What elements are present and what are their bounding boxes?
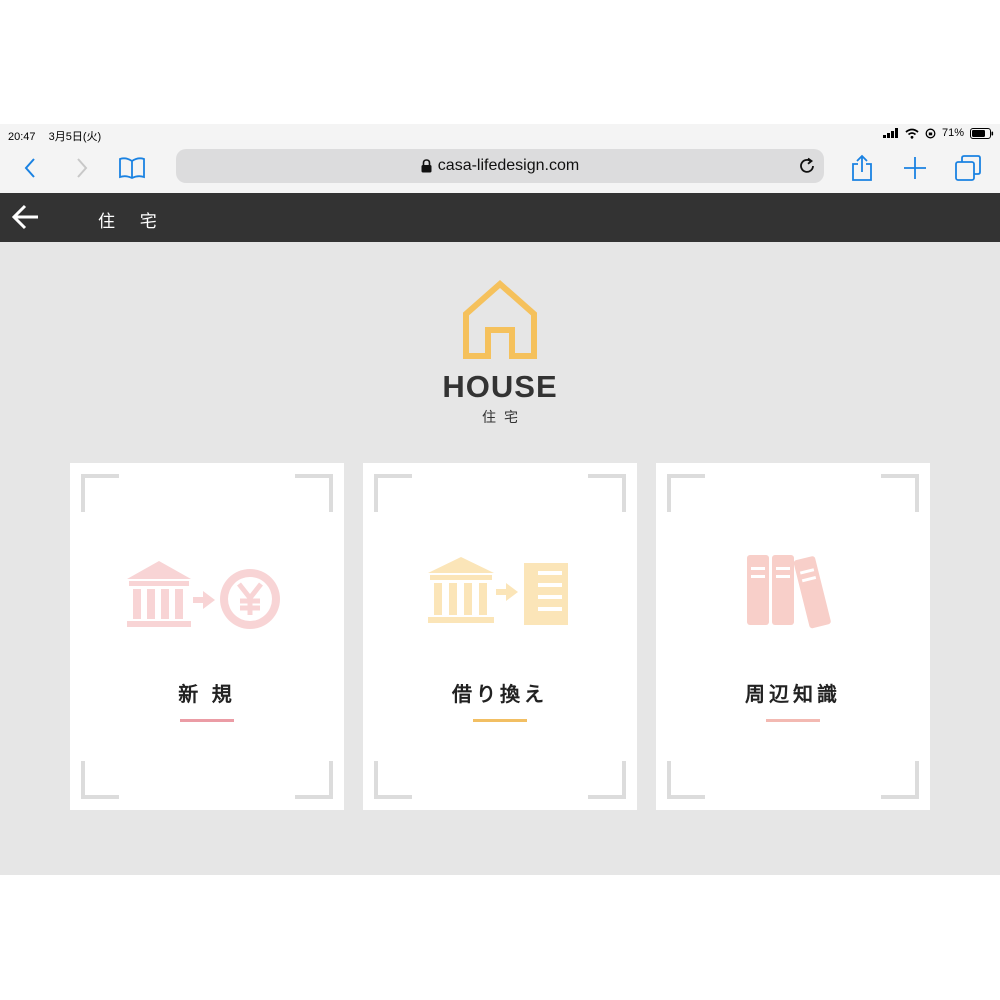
- logo-title: HOUSE: [442, 369, 558, 404]
- house-icon: [463, 279, 537, 359]
- battery-percent: 71%: [941, 127, 964, 139]
- status-time: 20:47: [8, 131, 36, 143]
- device-screen: 20:47 3月5日(火) 71% casa-lifedesign.com 住 …: [0, 124, 1000, 875]
- card-refinance[interactable]: 借り換え: [363, 463, 637, 810]
- card-label: 周辺知識: [745, 684, 841, 706]
- card-label: 借り換え: [452, 684, 548, 706]
- card-underline: [473, 719, 527, 722]
- back-icon: [24, 158, 35, 178]
- corner-bracket: [667, 761, 705, 799]
- arrow-left-icon: [11, 204, 38, 230]
- corner-bracket: [667, 474, 705, 512]
- back-button[interactable]: [14, 152, 46, 184]
- card-underline: [180, 719, 234, 722]
- status-bar: 20:47 3月5日(火) 71%: [0, 124, 1000, 144]
- rotation-lock-icon: [925, 128, 936, 138]
- card-label: 新 規: [178, 684, 236, 706]
- card-new[interactable]: 新 規: [70, 463, 344, 810]
- card-underline: [766, 719, 820, 722]
- new-tab-button[interactable]: [899, 152, 931, 184]
- corner-bracket: [81, 474, 119, 512]
- share-button[interactable]: [846, 152, 878, 184]
- new-tab-icon: [904, 157, 926, 179]
- bookmarks-button[interactable]: [116, 152, 148, 184]
- corner-bracket: [81, 761, 119, 799]
- tabs-button[interactable]: [952, 152, 984, 184]
- status-date: 3月5日(火): [48, 131, 102, 143]
- corner-bracket: [881, 474, 919, 512]
- reload-button[interactable]: [798, 157, 816, 180]
- corner-bracket: [295, 474, 333, 512]
- url-text: casa-lifedesign.com: [437, 157, 580, 174]
- signal-icon: [882, 128, 898, 138]
- reload-icon: [800, 157, 814, 173]
- bank-to-document-icon: [428, 557, 568, 625]
- corner-bracket: [374, 761, 412, 799]
- books-icon: [747, 555, 831, 629]
- lock-icon: [421, 159, 432, 173]
- tabs-icon: [955, 155, 981, 181]
- forward-button[interactable]: [66, 152, 98, 184]
- wifi-icon: [905, 128, 919, 139]
- logo-subtitle: 住宅: [482, 409, 526, 425]
- page-title: 住 宅: [98, 212, 167, 231]
- bookmarks-icon: [119, 157, 145, 180]
- corner-bracket: [881, 761, 919, 799]
- corner-bracket: [374, 474, 412, 512]
- forward-icon: [77, 158, 88, 178]
- address-bar[interactable]: casa-lifedesign.com: [176, 149, 824, 183]
- corner-bracket: [588, 761, 626, 799]
- app-header: 住 宅: [0, 193, 1000, 242]
- corner-bracket: [588, 474, 626, 512]
- bank-to-yen-icon: [127, 561, 280, 629]
- browser-toolbar: casa-lifedesign.com: [0, 144, 1000, 193]
- app-back-button[interactable]: [11, 203, 40, 236]
- card-knowledge[interactable]: 周辺知識: [656, 463, 930, 810]
- share-icon: [852, 154, 872, 181]
- battery-icon: [970, 127, 994, 139]
- corner-bracket: [295, 761, 333, 799]
- house-logo: HOUSE 住宅: [0, 279, 1000, 427]
